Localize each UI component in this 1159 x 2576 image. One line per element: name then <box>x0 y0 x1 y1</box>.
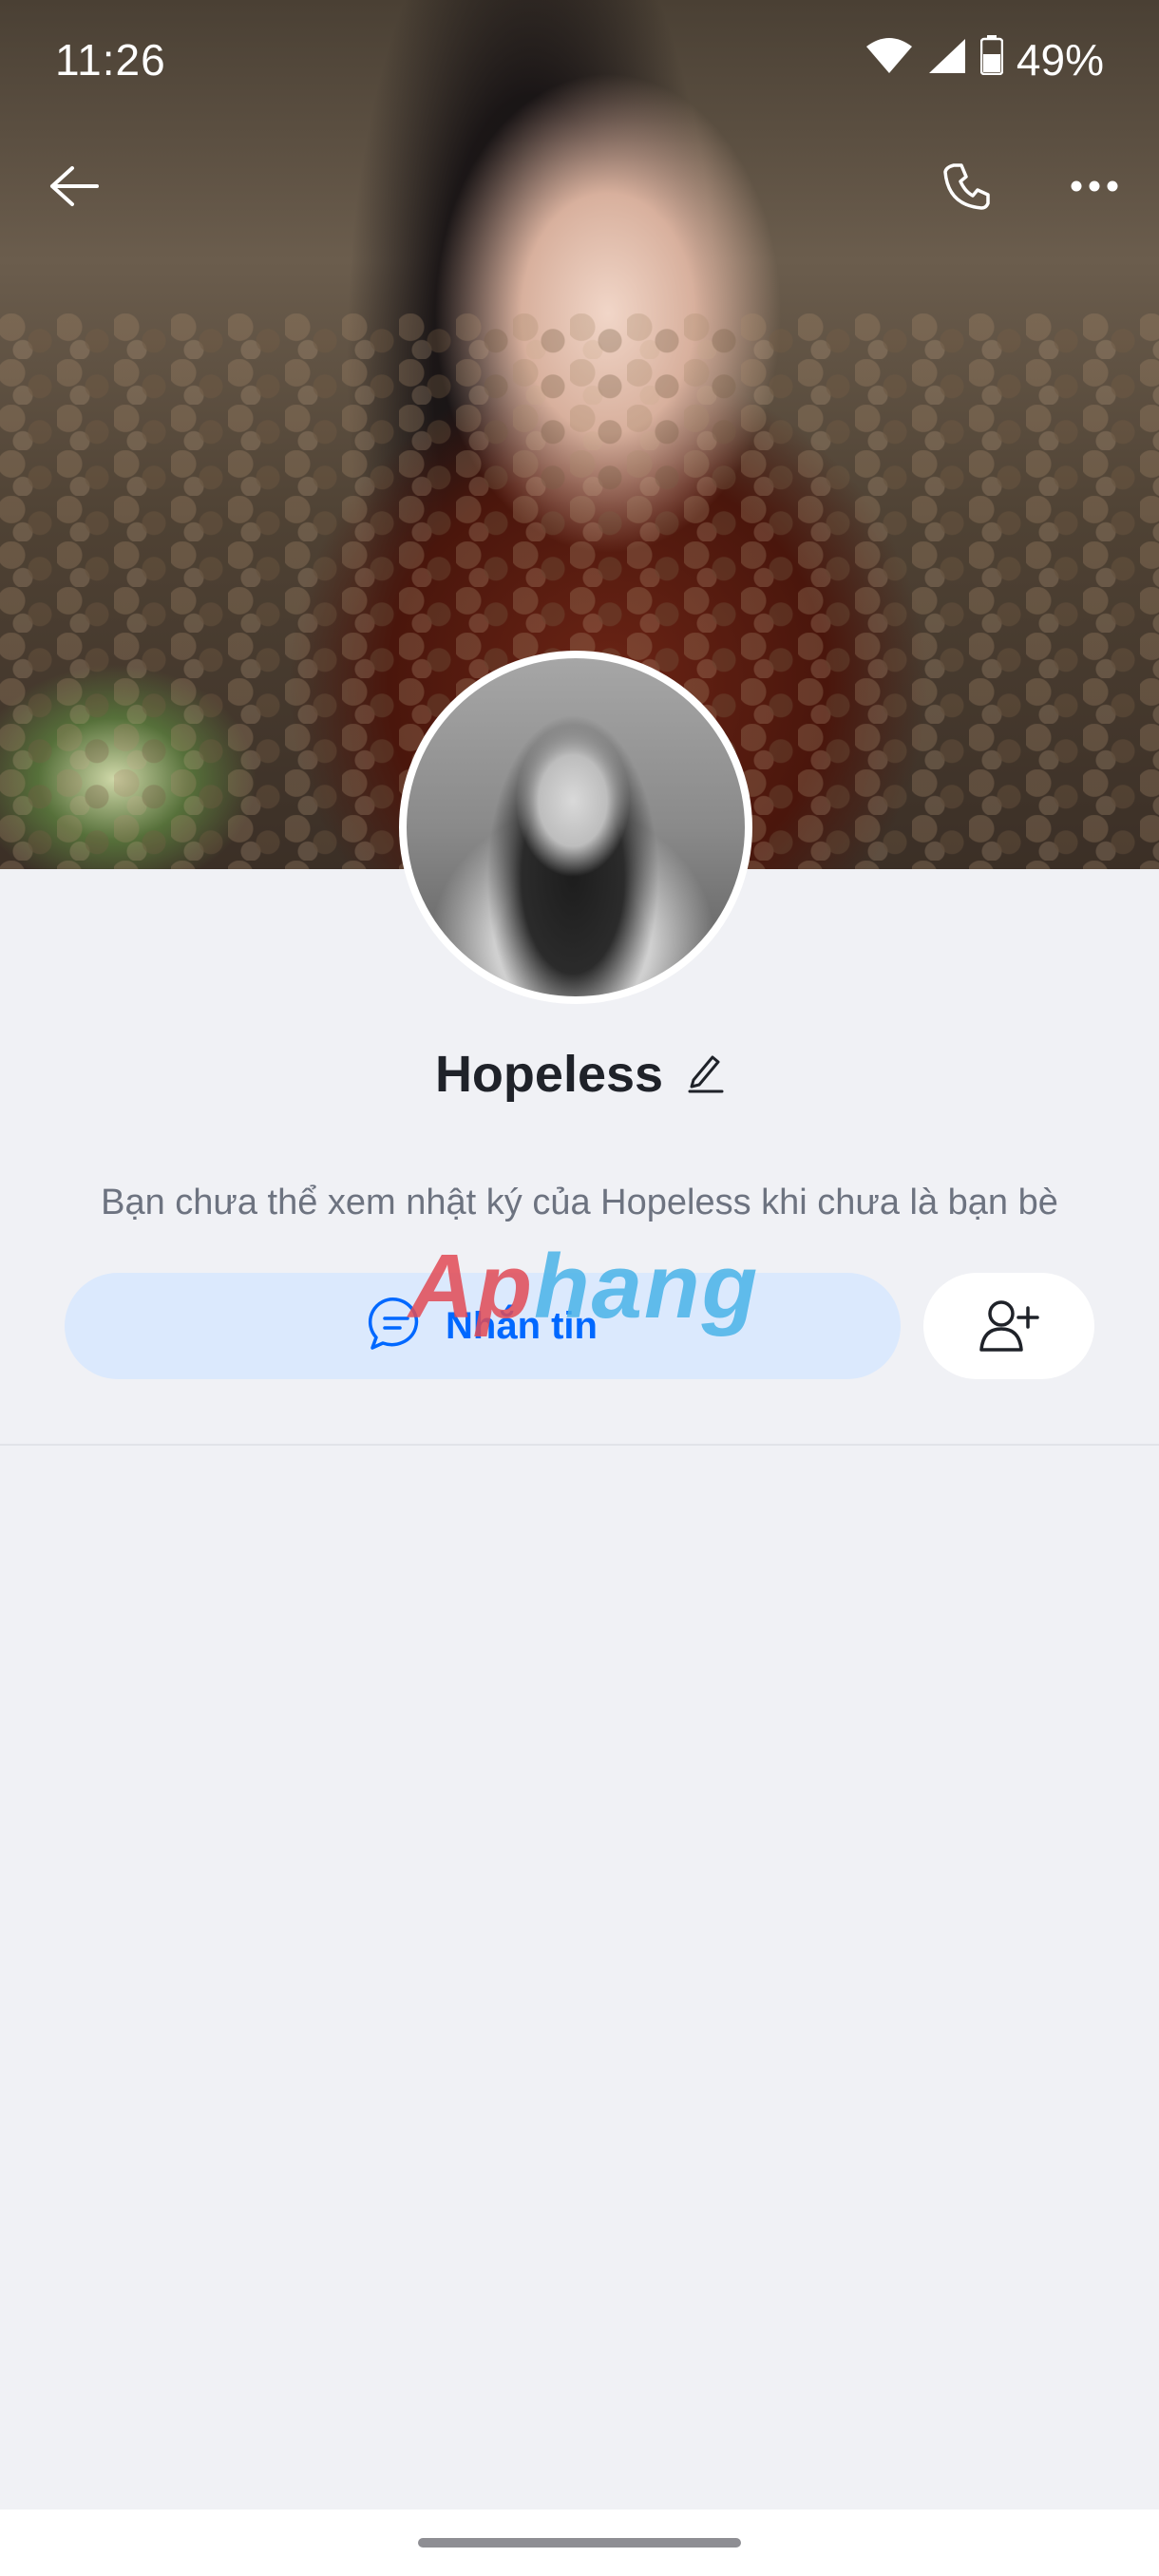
avatar[interactable] <box>399 651 752 1004</box>
pencil-icon[interactable] <box>686 1051 724 1098</box>
more-horizontal-icon <box>1071 180 1118 192</box>
home-indicator[interactable] <box>418 2538 741 2548</box>
add-user-icon <box>979 1300 1039 1352</box>
wifi-icon <box>864 34 914 85</box>
battery-icon <box>979 34 1004 85</box>
status-icons: 49% <box>864 34 1104 85</box>
phone-icon <box>943 163 990 210</box>
status-bar: 11:26 49% <box>0 0 1159 123</box>
profile-name: Hopeless <box>434 1046 664 1103</box>
status-time: 11:26 <box>55 35 166 85</box>
privacy-note: Bạn chưa thể xem nhật ký của Hopeless kh… <box>101 1183 1058 1222</box>
profile-name-row: Hopeless <box>0 1045 1159 1104</box>
more-button[interactable] <box>1056 148 1132 224</box>
back-button[interactable] <box>36 148 112 224</box>
signal-icon <box>927 34 967 85</box>
arrow-left-icon <box>50 166 99 206</box>
section-divider <box>0 1444 1159 1446</box>
watermark-logo: Aphang <box>408 1236 760 1337</box>
call-button[interactable] <box>929 148 1005 224</box>
avatar-image <box>407 658 745 996</box>
battery-percent: 49% <box>1016 35 1104 85</box>
add-friend-button[interactable] <box>923 1273 1094 1379</box>
